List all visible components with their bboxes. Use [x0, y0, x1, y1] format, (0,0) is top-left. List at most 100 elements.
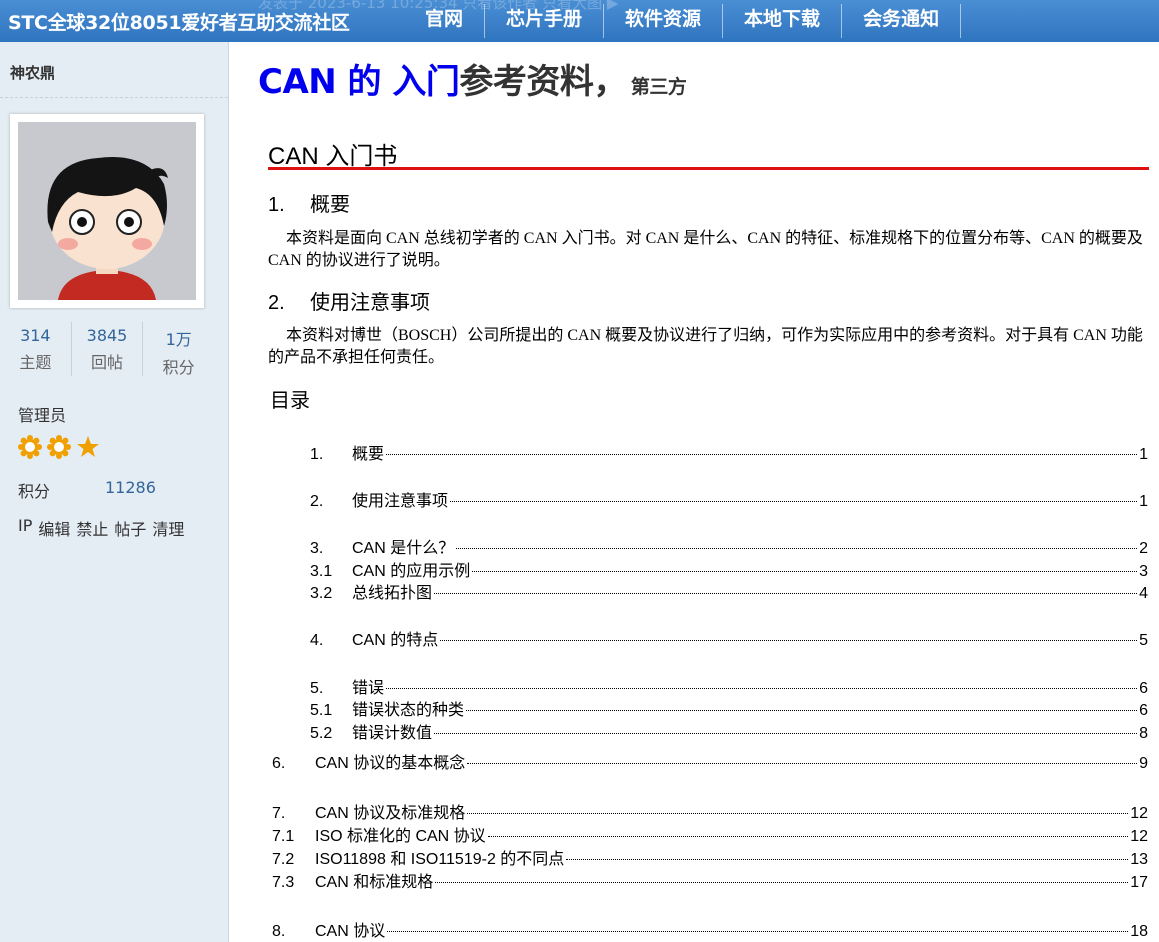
toc-entry-page: 9 [1139, 755, 1148, 772]
stat-points[interactable]: 1万 积分 [143, 322, 214, 377]
nav-item-software[interactable]: 软件资源 [604, 4, 724, 38]
sidebar-divider [0, 97, 228, 98]
toc-entry-page: 4 [1139, 585, 1148, 602]
stat-points-value: 1万 [165, 330, 192, 349]
nav-item-official-site[interactable]: 官网 [404, 4, 486, 38]
toc-leader [487, 836, 1129, 837]
stat-threads[interactable]: 314 主题 [0, 322, 72, 376]
toc-entry[interactable]: 3.2 总线拓扑图 4 [310, 579, 1148, 603]
toc-entry-number: 3.2 [310, 585, 333, 602]
nav-menu: 官网 芯片手册 软件资源 本地下载 会务通知 [404, 0, 962, 42]
doc-section-heading: 2. 使用注意事项 [268, 286, 430, 315]
toc-entry[interactable]: 7. CAN 协议及标准规格 12 [272, 799, 1148, 823]
toc-entry-number: 6. [272, 755, 286, 772]
stat-points-label: 积分 [162, 358, 195, 377]
toc-leader [387, 931, 1129, 932]
star-icon [77, 436, 99, 457]
toc-entry[interactable]: 7.2 ISO11898 和 ISO11519-2 的不同点 13 [272, 845, 1148, 869]
toc-entry-title: 总线拓扑图 [352, 585, 433, 602]
rank-stars [18, 435, 100, 459]
toc-leader [440, 640, 1138, 641]
toc-entry-page: 1 [1139, 493, 1148, 510]
toc-title: 目录 [270, 390, 310, 412]
toc-entry-title: 概要 [352, 446, 385, 463]
toc-entry-page: 17 [1130, 874, 1148, 891]
toc-entry[interactable]: 2. 使用注意事项 1 [310, 487, 1148, 511]
toc-entry[interactable]: 6. CAN 协议的基本概念 9 [272, 749, 1148, 773]
post-title: CAN 的 入门参考资料， 第三方 [258, 54, 687, 103]
toc-entry-title: CAN 是什么？ [352, 540, 455, 557]
stat-replies[interactable]: 3845 回帖 [72, 322, 144, 376]
toc-leader [472, 571, 1138, 572]
toc-entry-title: CAN 的应用示例 [352, 563, 471, 580]
toc-entry[interactable]: 5. 错误 6 [310, 674, 1148, 698]
avatar-image [18, 122, 196, 300]
toc-leader [566, 859, 1129, 860]
stat-threads-label: 主题 [19, 353, 52, 372]
toc-leader [386, 688, 1138, 689]
admin-link-edit[interactable]: 编辑 [38, 516, 70, 540]
doc-heading: CAN 入门书 [268, 143, 398, 170]
toc-leader [467, 813, 1129, 814]
doc-paragraph: 本资料对博世（BOSCH）公司所提出的 CAN 概要及协议进行了归纳，可作为实际… [268, 327, 1143, 366]
toc-entry[interactable]: 5.1 错误状态的种类 6 [310, 696, 1148, 720]
admin-links: IP 编辑 禁止 帖子 清理 [18, 516, 184, 540]
toc-entry-number: 5.2 [310, 725, 333, 742]
toc-entry[interactable]: 3. CAN 是什么？ 2 [310, 534, 1148, 558]
toc-entry-title: 错误 [352, 680, 385, 697]
admin-link-posts[interactable]: 帖子 [114, 516, 146, 540]
toc-entry-number: 7. [272, 805, 286, 822]
toc-entry[interactable]: 7.1 ISO 标准化的 CAN 协议 12 [272, 822, 1148, 846]
toc-leader [467, 763, 1138, 764]
user-role[interactable]: 管理员 [18, 402, 66, 426]
toc-entry-title: CAN 协议的基本概念 [315, 755, 466, 772]
site-title[interactable]: STC全球32位8051爱好者互助交流社区 [8, 8, 350, 35]
toc-entry-number: 5.1 [310, 702, 333, 719]
admin-link-clean[interactable]: 清理 [152, 516, 184, 540]
toc-entry-number: 7.1 [272, 828, 295, 845]
toc-entry-number: 2. [310, 493, 324, 510]
sun-icon [47, 435, 71, 459]
toc-entry[interactable]: 8. CAN 协议 18 [272, 917, 1148, 941]
toc-entry-title: CAN 的特点 [352, 632, 439, 649]
author-stats: 314 主题 3845 回帖 1万 积分 [0, 322, 214, 377]
post-title-suffix: 第三方 [630, 76, 687, 98]
nav-item-notices[interactable]: 会务通知 [842, 4, 962, 38]
toc-entry[interactable]: 4. CAN 的特点 5 [310, 626, 1148, 650]
toc-entry[interactable]: 1. 概要 1 [310, 440, 1148, 464]
post-title-highlight: CAN 的 入门 [258, 62, 460, 102]
toc-entry-title: 使用注意事项 [352, 493, 449, 510]
doc-paragraph: 本资料是面向 CAN 总线初学者的 CAN 入门书。对 CAN 是什么、CAN … [268, 230, 1143, 269]
toc-entry-title: CAN 和标准规格 [315, 874, 434, 891]
toc-leader [450, 501, 1138, 502]
toc-entry-page: 18 [1130, 923, 1148, 940]
nav-item-local-download[interactable]: 本地下载 [723, 4, 843, 38]
toc-entry[interactable]: 5.2 错误计数值 8 [310, 719, 1148, 743]
author-sidebar: 神农鼎 314 主题 3845 回帖 1万 积分 管理员 积分 11286 IP… [0, 42, 229, 942]
doc-section-title: 概要 [310, 194, 350, 216]
toc-entry-title: ISO 标准化的 CAN 协议 [315, 828, 486, 845]
toc-entry[interactable]: 3.1 CAN 的应用示例 3 [310, 557, 1148, 581]
doc-section-number: 2. [268, 292, 285, 314]
toc-entry-number: 7.3 [272, 874, 295, 891]
stat-replies-value: 3845 [86, 326, 128, 345]
toc-entry-number: 3. [310, 540, 324, 557]
toc-entry-title: ISO11898 和 ISO11519-2 的不同点 [315, 851, 565, 868]
admin-link-ip[interactable]: IP [18, 516, 32, 540]
toc-entry-title: 错误计数值 [352, 725, 433, 742]
toc-entry-number: 8. [272, 923, 286, 940]
toc-entry-page: 6 [1139, 702, 1148, 719]
doc-section-title: 使用注意事项 [310, 292, 430, 314]
author-username[interactable]: 神农鼎 [10, 62, 55, 83]
toc-entry-number: 4. [310, 632, 324, 649]
post-title-main: 参考资料， [459, 62, 627, 102]
doc-heading-rule [268, 167, 1149, 170]
toc-entry-page: 12 [1130, 828, 1148, 845]
avatar[interactable] [10, 114, 204, 308]
toc-entry-title: CAN 协议 [315, 923, 386, 940]
nav-item-chip-manual[interactable]: 芯片手册 [485, 4, 605, 38]
toc-entry-number: 1. [310, 446, 324, 463]
admin-link-ban[interactable]: 禁止 [76, 516, 108, 540]
toc-entry[interactable]: 7.3 CAN 和标准规格 17 [272, 868, 1148, 892]
toc-leader [434, 733, 1138, 734]
